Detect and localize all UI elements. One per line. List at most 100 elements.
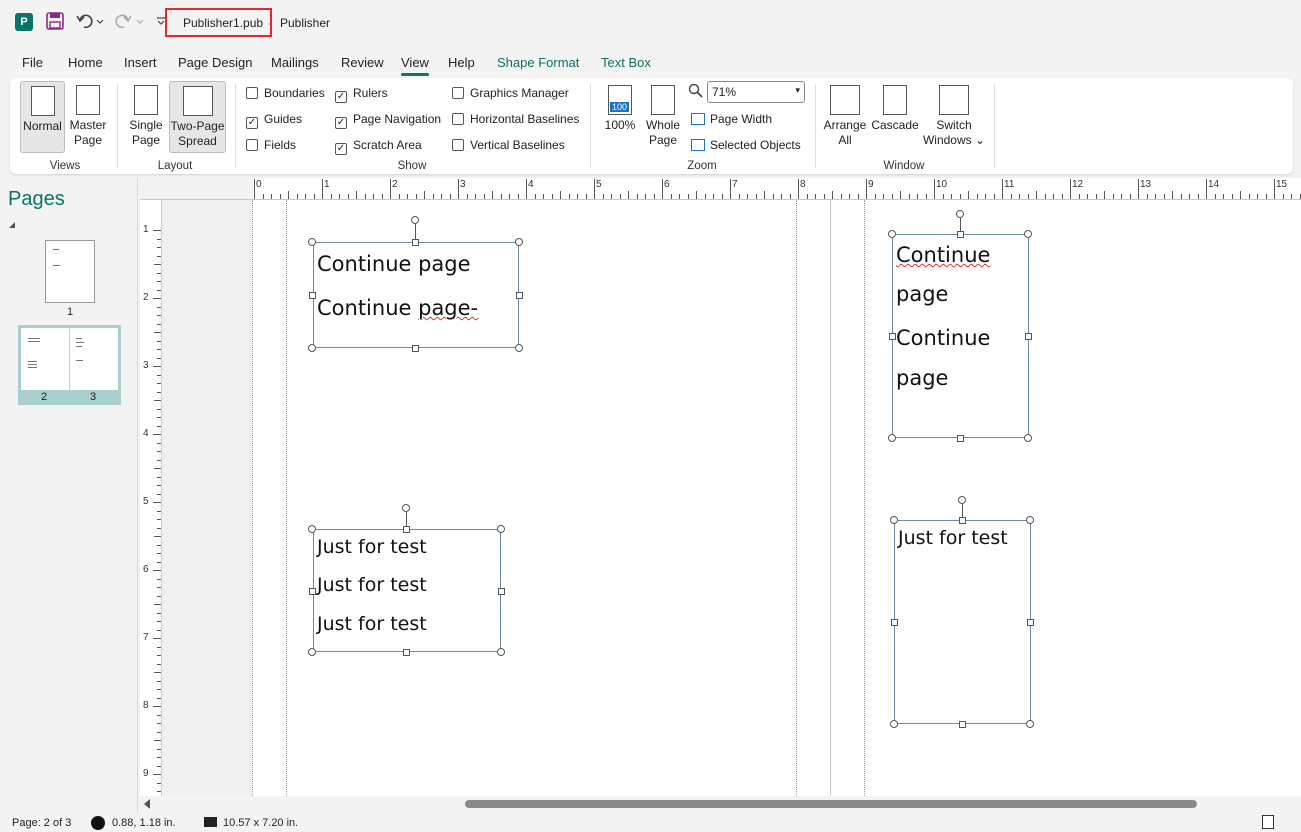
resize-handle[interactable] [308,525,316,533]
resize-handle[interactable] [1024,230,1032,238]
page-thumbnail-1[interactable] [45,240,95,303]
resize-handle[interactable] [890,720,898,728]
tab-file[interactable]: File [22,55,43,70]
guides-checkbox[interactable]: ✓ Guides [246,112,302,129]
resize-handle[interactable] [1024,434,1032,442]
status-page-indicator[interactable]: Page: 2 of 3 [12,817,71,829]
resize-handle[interactable] [308,648,316,656]
tab-mailings[interactable]: Mailings [271,55,319,70]
resize-handle[interactable] [957,435,964,442]
resize-handle[interactable] [1026,516,1034,524]
resize-handle[interactable] [498,588,505,595]
text-box-line[interactable]: Just for test [895,521,1030,549]
text-box-test-left[interactable]: Just for test Just for test Just for tes… [313,529,501,652]
resize-handle[interactable] [515,238,523,246]
resize-handle[interactable] [403,526,410,533]
resize-handle[interactable] [515,344,523,352]
resize-handle[interactable] [959,721,966,728]
resize-handle[interactable] [403,649,410,656]
text-box-line[interactable]: Continue [893,313,1028,359]
resize-handle[interactable] [308,238,316,246]
resize-handle[interactable] [497,525,505,533]
zoom-level-select[interactable]: 71% ▾ [707,81,805,103]
status-object-position[interactable]: 0.88, 1.18 in. [112,817,176,829]
resize-handle[interactable] [309,588,316,595]
resize-handle[interactable] [516,292,523,299]
document-filename[interactable]: Publisher1.pub [183,16,263,30]
horizontal-baselines-checkbox[interactable]: Horizontal Baselines [452,112,579,128]
cascade-button[interactable]: Cascade [870,81,920,153]
single-page-view-icon[interactable] [1262,815,1274,829]
save-icon[interactable] [46,12,64,35]
tab-home[interactable]: Home [68,55,103,70]
text-box-line[interactable]: Continue page- [314,275,518,319]
resize-handle[interactable] [412,345,419,352]
resize-handle[interactable] [412,239,419,246]
zoom-magnifier-icon[interactable] [688,83,704,102]
vertical-baselines-checkbox[interactable]: Vertical Baselines [452,138,565,154]
horizontal-ruler[interactable]: 0 1 2 3 4 5 6 7 8 9 10 11 12 13 14 15 [140,178,1301,200]
page-width-button[interactable]: Page Width [691,112,772,126]
tab-help[interactable]: Help [448,55,475,70]
text-box-test-right[interactable]: Just for test [894,520,1031,724]
zoom-100-button[interactable]: 100 100% [599,81,641,153]
document-workspace[interactable]: Continue page Continue page- Just for te… [162,200,1301,796]
undo-icon[interactable] [76,12,104,35]
rotation-handle[interactable] [411,216,419,224]
two-page-spread-button[interactable]: Two-Page Spread [169,81,226,153]
tab-view[interactable]: View [401,55,429,76]
tab-insert[interactable]: Insert [124,55,157,70]
resize-handle[interactable] [959,517,966,524]
rotation-handle[interactable] [956,210,964,218]
text-box-line[interactable]: Just for test [314,558,500,596]
text-box-line[interactable]: Continue [893,235,1028,275]
status-object-size[interactable]: 10.57 x 7.20 in. [223,817,298,829]
whole-page-button[interactable]: Whole Page [642,81,684,153]
redo-icon[interactable] [114,12,144,35]
fields-checkbox[interactable]: Fields [246,138,296,154]
tab-shape-format[interactable]: Shape Format [497,55,579,70]
scratch-area-checkbox[interactable]: ✓ Scratch Area [335,138,422,155]
margin-guide[interactable] [286,200,287,796]
text-box-line[interactable]: page [893,359,1028,397]
switch-windows-button[interactable]: Switch Windows ⌄ [922,81,986,153]
resize-handle[interactable] [888,230,896,238]
collapse-triangle-icon[interactable] [9,222,15,228]
resize-handle[interactable] [957,231,964,238]
text-box-continue-right[interactable]: Continue page Continue page [892,234,1029,438]
resize-handle[interactable] [890,516,898,524]
single-page-button[interactable]: Single Page [125,81,167,153]
text-box-line[interactable]: Just for test [314,596,500,635]
scrollbar-thumb[interactable] [465,800,1197,808]
rotation-handle[interactable] [958,496,966,504]
text-box-continue-left[interactable]: Continue page Continue page- [313,242,519,348]
vertical-ruler[interactable]: 1 2 3 4 5 6 7 8 9 [140,200,162,796]
page-thumbnail-2-3[interactable] [21,328,118,390]
resize-handle[interactable] [1025,333,1032,340]
horizontal-scrollbar[interactable] [140,796,1301,812]
resize-handle[interactable] [888,434,896,442]
normal-view-button[interactable]: Normal [20,81,65,153]
rotation-handle[interactable] [402,504,410,512]
margin-guide[interactable] [796,200,797,796]
text-box-line[interactable]: page [893,275,1028,313]
boundaries-checkbox[interactable]: Boundaries [246,86,325,102]
tab-review[interactable]: Review [341,55,384,70]
master-page-button[interactable]: Master Page [67,81,109,153]
resize-handle[interactable] [497,648,505,656]
rulers-checkbox[interactable]: ✓ Rulers [335,86,388,103]
text-box-line[interactable]: Continue page [314,243,518,275]
arrange-all-button[interactable]: Arrange All [822,81,868,153]
selected-objects-button[interactable]: Selected Objects [691,138,801,152]
margin-guide[interactable] [864,200,865,796]
resize-handle[interactable] [309,292,316,299]
resize-handle[interactable] [1026,720,1034,728]
graphics-manager-checkbox[interactable]: Graphics Manager [452,86,569,102]
tab-text-box[interactable]: Text Box [601,55,651,70]
page-navigation-checkbox[interactable]: ✓ Page Navigation [335,112,441,129]
resize-handle[interactable] [1027,619,1034,626]
scroll-left-arrow-icon[interactable] [144,799,150,809]
tab-page-design[interactable]: Page Design [178,55,252,70]
resize-handle[interactable] [889,333,896,340]
resize-handle[interactable] [891,619,898,626]
